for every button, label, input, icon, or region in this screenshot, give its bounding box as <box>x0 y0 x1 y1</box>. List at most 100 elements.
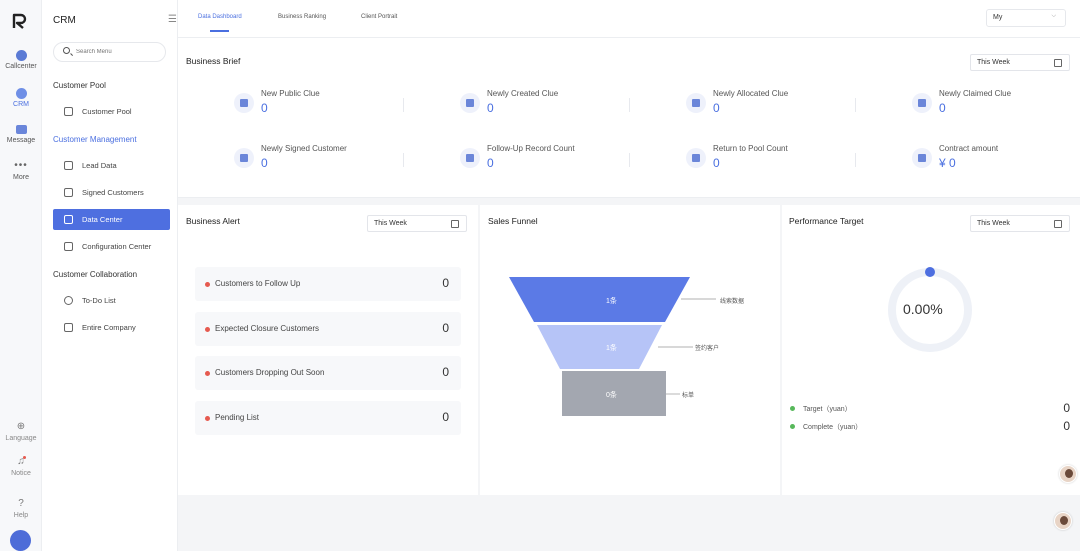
clipboard-icon <box>234 148 254 168</box>
rail-more[interactable]: ••• More <box>0 161 42 182</box>
alert-label: Pending List <box>215 413 260 422</box>
sidebar-item-customer-pool[interactable]: Customer Pool <box>53 101 170 122</box>
chevron-down-icon: ⌵ <box>1051 13 1056 19</box>
top-bar: Data Dashboard Business Ranking Client P… <box>178 0 1080 38</box>
user-avatar[interactable] <box>10 530 31 551</box>
alert-row-follow-up[interactable]: Customers to Follow Up 0 <box>195 267 461 301</box>
rail-more-label: More <box>13 174 29 181</box>
performance-label: Target（yuan） <box>803 406 852 413</box>
rail-callcenter[interactable]: Callcenter <box>0 50 42 70</box>
performance-value: 0 <box>1063 401 1070 415</box>
collapse-menu-icon[interactable]: ☰ <box>168 14 177 25</box>
alert-value: 0 <box>442 321 449 335</box>
metric-label: Newly Allocated Clue <box>713 89 789 98</box>
rail-language[interactable]: ⊕ Language <box>0 421 42 442</box>
performance-value: 0 <box>1063 419 1070 433</box>
alert-label: Customers Dropping Out Soon <box>215 368 325 377</box>
scope-select-value: My <box>993 14 1003 21</box>
metric-value: 0 <box>261 156 268 170</box>
rail-help[interactable]: ? Help <box>0 498 42 519</box>
rail-callcenter-label: Callcenter <box>5 63 37 70</box>
funnel-label-3: 标单 <box>682 393 695 399</box>
app-logo <box>12 13 27 29</box>
menu-search[interactable] <box>53 42 166 62</box>
metric-label: Newly Created Clue <box>487 89 559 98</box>
divider <box>403 98 404 112</box>
alert-title: Business Alert <box>186 216 240 226</box>
rail-help-label: Help <box>13 512 29 519</box>
divider <box>855 98 856 112</box>
rail-crm[interactable]: CRM <box>0 88 42 108</box>
metric-label: Follow-Up Record Count <box>487 144 575 153</box>
building-icon <box>64 323 73 332</box>
alert-row-dropping-out[interactable]: Customers Dropping Out Soon 0 <box>195 356 461 390</box>
funnel-chart <box>509 277 716 416</box>
sidebar-item-label: Entire Company <box>82 323 136 332</box>
sales-funnel-panel: Sales Funnel 1条 1条 0条 线索数据 签约客户 标单 <box>480 205 780 495</box>
tab-client-portrait[interactable]: Client Portrait <box>361 14 397 20</box>
alert-period-select[interactable]: This Week <box>367 215 467 232</box>
bell-icon: ♫ <box>17 456 26 467</box>
group-customer-pool: Customer Pool <box>53 81 106 90</box>
return-icon <box>686 148 706 168</box>
claim-icon <box>912 93 932 113</box>
sidebar-item-lead-data[interactable]: Lead Data <box>53 155 170 176</box>
calendar-icon <box>451 220 459 228</box>
scope-select[interactable]: My ⌵ <box>986 9 1066 27</box>
sidebar-item-label: Signed Customers <box>82 188 144 197</box>
sidebar-item-label: Data Center <box>82 215 123 224</box>
alert-row-pending-list[interactable]: Pending List 0 <box>195 401 461 435</box>
performance-row-complete: Complete（yuan） 0 <box>790 419 1070 434</box>
metric-label: New Public Clue <box>261 89 320 98</box>
alert-value: 0 <box>442 365 449 379</box>
sidebar-item-to-do-list[interactable]: To-Do List <box>53 290 170 311</box>
metric-value: 0 <box>713 101 720 115</box>
divider <box>629 153 630 167</box>
rail-message[interactable]: Message <box>0 125 42 144</box>
crm-icon <box>15 88 27 99</box>
rail-message-label: Message <box>6 137 36 144</box>
metric-value: ¥ 0 <box>939 156 956 170</box>
performance-ring <box>888 267 972 352</box>
business-alert-panel: Business Alert This Week Customers to Fo… <box>178 205 478 495</box>
rail-notice-label: Notice <box>11 470 31 477</box>
brief-title: Business Brief <box>186 56 241 66</box>
funnel-count-2: 1条 <box>606 345 617 352</box>
sidebar-item-signed-customers[interactable]: Signed Customers <box>53 182 170 203</box>
divider <box>855 153 856 167</box>
ring-progress-dot <box>925 267 935 277</box>
help-icon: ? <box>18 498 24 509</box>
signed-icon <box>64 188 73 197</box>
rail-notice[interactable]: ♫ Notice <box>0 456 42 477</box>
group-customer-management: Customer Management <box>53 135 137 144</box>
alert-row-expected-closure[interactable]: Expected Closure Customers 0 <box>195 312 461 346</box>
metric-value: 0 <box>939 101 946 115</box>
tab-data-dashboard[interactable]: Data Dashboard <box>198 14 242 20</box>
chart-icon <box>234 93 254 113</box>
alert-label: Customers to Follow Up <box>215 279 301 288</box>
assistant-avatar[interactable] <box>1054 512 1072 530</box>
performance-percent: 0.00% <box>903 301 943 317</box>
metric-value: 0 <box>713 156 720 170</box>
support-avatar[interactable] <box>1059 465 1077 483</box>
sidebar-item-entire-company[interactable]: Entire Company <box>53 317 170 338</box>
funnel-stage-2 <box>537 325 662 369</box>
tab-business-ranking[interactable]: Business Ranking <box>278 14 326 20</box>
active-tab-indicator <box>210 30 229 32</box>
funnel-label-2: 签约客户 <box>695 346 720 352</box>
metric-newly-allocated-clue: Newly Allocated Clue 0 <box>686 89 886 123</box>
sidebar-item-configuration-center[interactable]: Configuration Center <box>53 236 170 257</box>
alert-period-value: This Week <box>374 220 407 227</box>
group-customer-collaboration: Customer Collaboration <box>53 270 138 279</box>
business-brief-panel: Business Brief This Week New Public Clue… <box>178 38 1080 198</box>
clock-icon <box>64 296 73 305</box>
metric-label: Newly Signed Customer <box>261 144 347 153</box>
metric-newly-claimed-clue: Newly Claimed Clue 0 <box>912 89 1080 123</box>
sidebar-item-data-center[interactable]: Data Center <box>53 209 170 230</box>
app-rail: Callcenter CRM Message ••• More ⊕ Langua… <box>0 0 42 551</box>
search-input[interactable] <box>76 46 160 58</box>
status-dot <box>205 416 210 421</box>
brief-period-select[interactable]: This Week <box>970 54 1070 71</box>
sidebar-item-label: Customer Pool <box>82 107 132 116</box>
funnel-count-3: 0条 <box>606 392 617 399</box>
